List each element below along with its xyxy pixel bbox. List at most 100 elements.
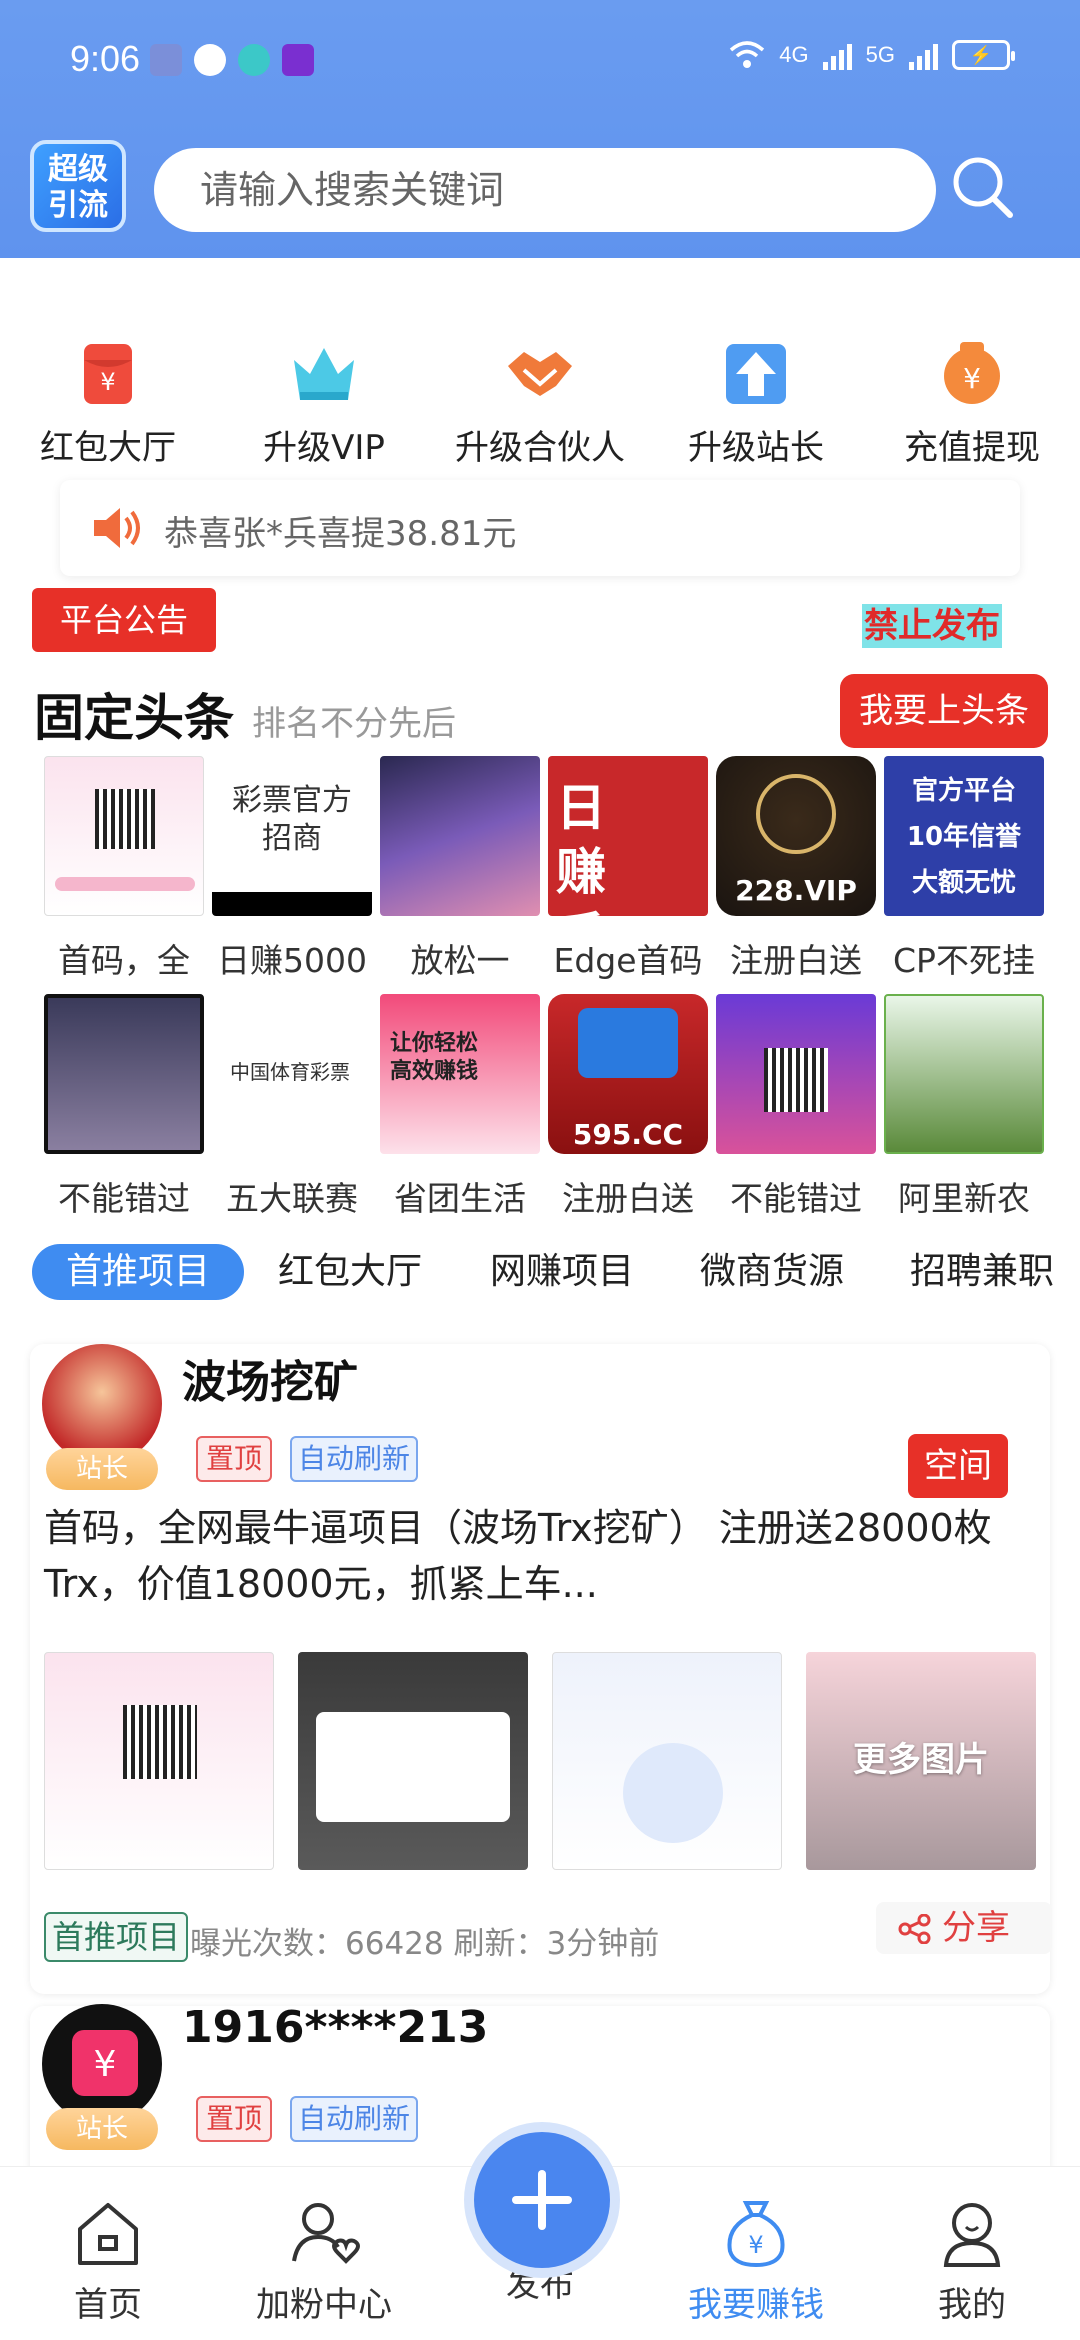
qq-icon bbox=[194, 44, 226, 76]
ad-thumbnail bbox=[380, 756, 540, 916]
ad-thumbnail: 彩票官方招商 bbox=[212, 756, 372, 916]
avatar[interactable]: ¥ bbox=[42, 2004, 162, 2124]
svg-text:¥: ¥ bbox=[963, 362, 981, 395]
ad-thumb-text: 官方平台 10年信誉 大额无忧 bbox=[906, 776, 1022, 898]
post-image[interactable] bbox=[44, 1652, 274, 1870]
quick-item-red-envelope-hall[interactable]: ¥ 红包大厅 bbox=[8, 340, 208, 469]
ad-thumbnail: 让你轻松 高效赚钱 bbox=[380, 994, 540, 1154]
nav-mine[interactable]: 我的 bbox=[864, 2197, 1080, 2326]
avatar[interactable] bbox=[42, 1344, 162, 1464]
ad-thumb-text: 595.CC bbox=[572, 1118, 684, 1151]
ad-item[interactable]: 放松一 bbox=[380, 756, 540, 982]
ad-item[interactable]: 不能错过 bbox=[716, 994, 876, 1220]
more-images-label: 更多图片 bbox=[853, 1740, 989, 1780]
quick-item-label: 红包大厅 bbox=[40, 428, 176, 468]
apply-headline-button[interactable]: 我要上头条 bbox=[840, 674, 1048, 748]
ad-item[interactable]: 首码，全 bbox=[44, 756, 204, 982]
ad-thumbnail bbox=[44, 756, 204, 916]
notice-bar[interactable]: 恭喜张*兵喜提38.81元 bbox=[60, 480, 1020, 576]
nav-label: 加粉中心 bbox=[256, 2285, 392, 2325]
quick-item-label: 升级VIP bbox=[263, 428, 385, 468]
tab-red-envelope-hall[interactable]: 红包大厅 bbox=[278, 1244, 422, 1300]
pinned-tag: 置顶 bbox=[196, 1436, 273, 1482]
ad-caption: 首码，全 bbox=[58, 941, 190, 980]
ad-thumb-text: 彩票官方招商 bbox=[232, 783, 352, 856]
fixed-headlines-subtitle: 排名不分先后 bbox=[252, 704, 456, 744]
more-images-button[interactable]: 更多图片 bbox=[806, 1652, 1036, 1870]
ad-item[interactable]: 彩票官方招商 日赚5000 bbox=[212, 756, 372, 982]
ad-item[interactable]: 中国体育彩票 五大联赛 bbox=[212, 994, 372, 1220]
ad-caption: 不能错过 bbox=[730, 1179, 862, 1218]
money-bag-icon: ¥ bbox=[727, 2201, 785, 2268]
auto-refresh-tag: 自动刷新 bbox=[290, 2096, 419, 2142]
search-input[interactable]: 请输入搜索关键词 bbox=[154, 148, 936, 232]
post-title[interactable]: 1916****213 bbox=[182, 2002, 488, 2053]
home-icon bbox=[78, 2203, 138, 2265]
svg-text:¥: ¥ bbox=[94, 2044, 117, 2085]
status-bar: 9:06 4G 5G ⚡ bbox=[0, 0, 1080, 120]
station-owner-badge: 站长 bbox=[46, 1448, 158, 1490]
share-label: 分享 bbox=[942, 1908, 1010, 1948]
nav-earn-money[interactable]: ¥ 我要赚钱 bbox=[648, 2197, 864, 2326]
post-image[interactable] bbox=[552, 1652, 782, 1870]
ad-thumbnail bbox=[884, 994, 1044, 1154]
ad-caption: 日赚5000 bbox=[217, 941, 367, 980]
tab-wechat-supply[interactable]: 微商货源 bbox=[700, 1244, 844, 1300]
ad-caption: 省团生活 bbox=[394, 1179, 526, 1218]
ad-thumbnail: 日赚千元 bbox=[548, 756, 708, 916]
ad-item[interactable]: 阿里新农 bbox=[884, 994, 1044, 1220]
fixed-headlines-title: 固定头条 bbox=[34, 689, 234, 747]
category-tag: 首推项目 bbox=[44, 1912, 189, 1962]
handshake-icon bbox=[508, 352, 572, 396]
share-button[interactable]: 分享 bbox=[876, 1902, 1052, 1954]
svg-text:¥: ¥ bbox=[100, 368, 115, 396]
platform-announcement-button[interactable]: 平台公告 bbox=[32, 588, 216, 652]
ad-item[interactable]: 让你轻松 高效赚钱 省团生活 bbox=[380, 994, 540, 1220]
ad-caption: Edge首码 bbox=[553, 941, 703, 980]
signal-area: 4G 5G ⚡ bbox=[729, 40, 1015, 70]
logo-text-top: 超级 bbox=[48, 152, 108, 187]
ad-thumbnail: 595.CC bbox=[548, 994, 708, 1154]
space-button[interactable]: 空间 bbox=[908, 1434, 1008, 1498]
ad-thumb-text: 228.VIP bbox=[735, 874, 857, 907]
ad-item[interactable]: 595.CC 注册白送 bbox=[548, 994, 708, 1220]
search-icon[interactable] bbox=[950, 152, 1016, 222]
quick-item-recharge-withdraw[interactable]: ¥ 充值提现 bbox=[872, 340, 1072, 469]
ad-item[interactable]: 日赚千元 Edge首码 bbox=[548, 756, 708, 982]
signal-bars-icon bbox=[909, 40, 938, 70]
share-icon bbox=[898, 1914, 931, 1944]
chat-icon bbox=[238, 44, 270, 76]
quick-item-upgrade-partner[interactable]: 升级合伙人 bbox=[440, 340, 640, 469]
nav-home[interactable]: 首页 bbox=[0, 2197, 216, 2326]
post-description[interactable]: 首码，全网最牛逼项目（波场Trx挖矿） 注册送28000枚Trx，价值18000… bbox=[44, 1500, 1044, 1612]
tab-online-earning[interactable]: 网赚项目 bbox=[490, 1244, 634, 1300]
ad-thumb-text: 中国体育彩票 bbox=[230, 1060, 350, 1084]
ad-item[interactable]: 228.VIP 注册白送 bbox=[716, 756, 876, 982]
quick-item-label: 充值提现 bbox=[904, 428, 1040, 468]
ad-item[interactable]: 官方平台 10年信誉 大额无忧 CP不死挂 bbox=[884, 756, 1044, 982]
quick-item-label: 升级站长 bbox=[688, 428, 824, 468]
ad-thumbnail: 中国体育彩票 bbox=[212, 994, 372, 1154]
header: 9:06 4G 5G ⚡ 超级 引流 请输入搜索关键词 bbox=[0, 0, 1080, 258]
quick-menu: ¥ 红包大厅 升级VIP 升级合伙人 升级站长 ¥ 充值提现 bbox=[0, 340, 1080, 470]
notice-text: 恭喜张*兵喜提38.81元 bbox=[164, 514, 517, 554]
network-type-2: 5G bbox=[865, 42, 895, 67]
red-envelope-icon: ¥ bbox=[72, 2030, 138, 2096]
nav-add-fans[interactable]: 加粉中心 bbox=[216, 2197, 432, 2326]
status-time: 9:06 bbox=[70, 38, 141, 79]
publish-plus-button[interactable] bbox=[474, 2132, 610, 2268]
ad-item[interactable]: 不能错过 bbox=[44, 994, 204, 1220]
post-title[interactable]: 波场挖矿 bbox=[182, 1346, 358, 1410]
quick-item-upgrade-vip[interactable]: 升级VIP bbox=[224, 340, 424, 469]
tab-recommended[interactable]: 首推项目 bbox=[32, 1244, 244, 1300]
post-image[interactable] bbox=[298, 1652, 528, 1870]
app-logo[interactable]: 超级 引流 bbox=[30, 140, 126, 232]
quick-item-upgrade-stationmaster[interactable]: 升级站长 bbox=[656, 340, 856, 469]
video-app-icon bbox=[282, 44, 314, 76]
tab-jobs[interactable]: 招聘兼职 bbox=[910, 1244, 1060, 1300]
ad-caption: 注册白送 bbox=[562, 1179, 694, 1218]
ad-caption: 注册白送 bbox=[730, 941, 862, 980]
red-envelope-icon: ¥ bbox=[84, 344, 132, 404]
ban-post-label[interactable]: 禁止发布 bbox=[862, 604, 1002, 648]
upgrade-arrow-icon bbox=[726, 344, 786, 404]
